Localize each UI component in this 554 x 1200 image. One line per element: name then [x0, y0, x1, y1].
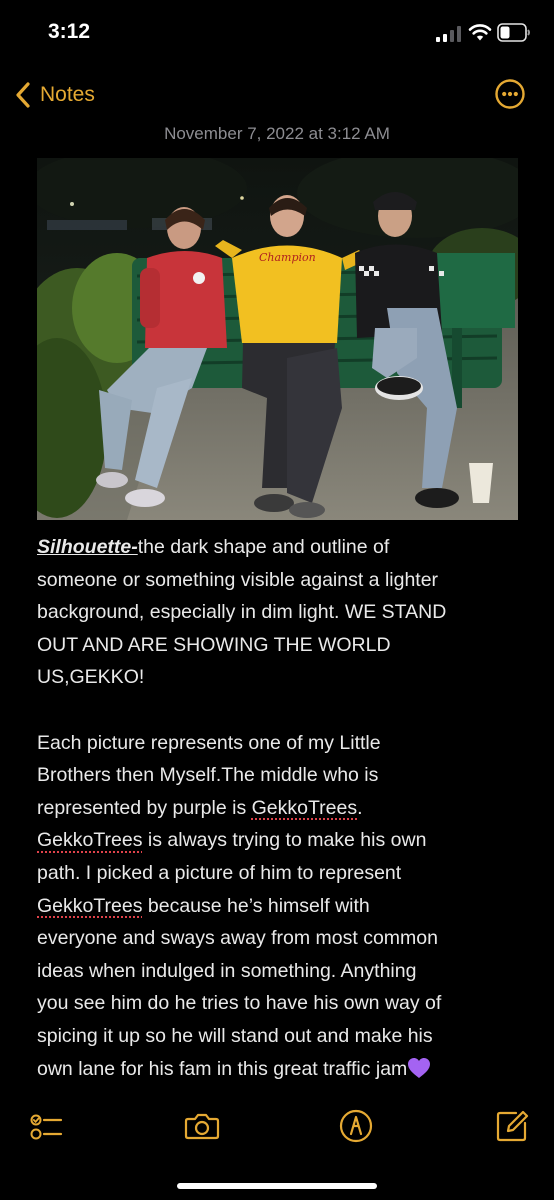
bottom-toolbar: [0, 1100, 554, 1152]
definition-line-5: US,GEKKO!: [37, 666, 145, 689]
wifi-icon: [468, 24, 492, 41]
misspelled-word[interactable]: GekkoTrees: [37, 895, 142, 917]
definition-line-1: Silhouette-the dark shape and outline of: [37, 536, 390, 558]
three-friends-on-bench-photo: Champion: [37, 158, 518, 520]
paragraph-line: Each picture represents one of my Little: [37, 731, 381, 754]
cellular-signal-icon: [436, 26, 461, 42]
note-date: November 7, 2022 at 3:12 AM: [164, 124, 390, 143]
chevron-left-icon: [16, 82, 30, 108]
paragraph-line: own lane for his fam in this great traff…: [37, 1053, 527, 1086]
paragraph-line: you see him do he tries to have his own …: [37, 992, 442, 1015]
back-label: Notes: [40, 83, 95, 106]
paragraph-line: GekkoTrees is always trying to make his …: [37, 829, 427, 852]
notes-screen: 3:12 Notes November 7, 2022 at 3:12 AM C…: [0, 0, 554, 1200]
compose-icon[interactable]: [494, 1108, 530, 1144]
misspelled-word[interactable]: GekkoTrees: [37, 829, 142, 851]
definition-line-2: someone or something visible against a l…: [37, 568, 439, 591]
camera-icon[interactable]: [184, 1108, 220, 1144]
home-indicator[interactable]: [177, 1183, 377, 1189]
more-options-button[interactable]: [494, 78, 526, 110]
svg-text:Champion: Champion: [259, 251, 316, 264]
note-body[interactable]: Silhouette-the dark shape and outline of…: [37, 531, 527, 1085]
paragraph-line: spicing it up so he will stand out and m…: [37, 1024, 433, 1047]
markup-icon[interactable]: [338, 1108, 374, 1144]
paragraph-line: Brothers then Myself.The middle who is: [37, 764, 379, 787]
paragraph-line: GekkoTrees because he’s himself with: [37, 894, 370, 917]
back-to-notes-button[interactable]: Notes: [14, 78, 95, 112]
definition-line-4: OUT AND ARE SHOWING THE WORLD: [37, 633, 391, 656]
paragraph-line: everyone and sways away from most common: [37, 927, 438, 950]
checklist-icon[interactable]: [28, 1108, 64, 1144]
status-bar: 3:12: [0, 0, 554, 66]
purple-heart-icon: [408, 1057, 431, 1078]
paragraph-line: path. I picked a picture of him to repre…: [37, 861, 402, 884]
definition-line-3: background, especially in dim light. WE …: [37, 601, 447, 624]
misspelled-word[interactable]: GekkoTrees: [252, 797, 357, 819]
note-photo[interactable]: Champion: [37, 158, 518, 520]
battery-icon: [497, 23, 530, 42]
paragraph-line: represented by purple is GekkoTrees.: [37, 796, 363, 819]
defined-term: Silhouette-: [37, 536, 138, 558]
paragraph-line: ideas when indulged in something. Anythi…: [37, 959, 417, 982]
status-time: 3:12: [48, 20, 91, 43]
